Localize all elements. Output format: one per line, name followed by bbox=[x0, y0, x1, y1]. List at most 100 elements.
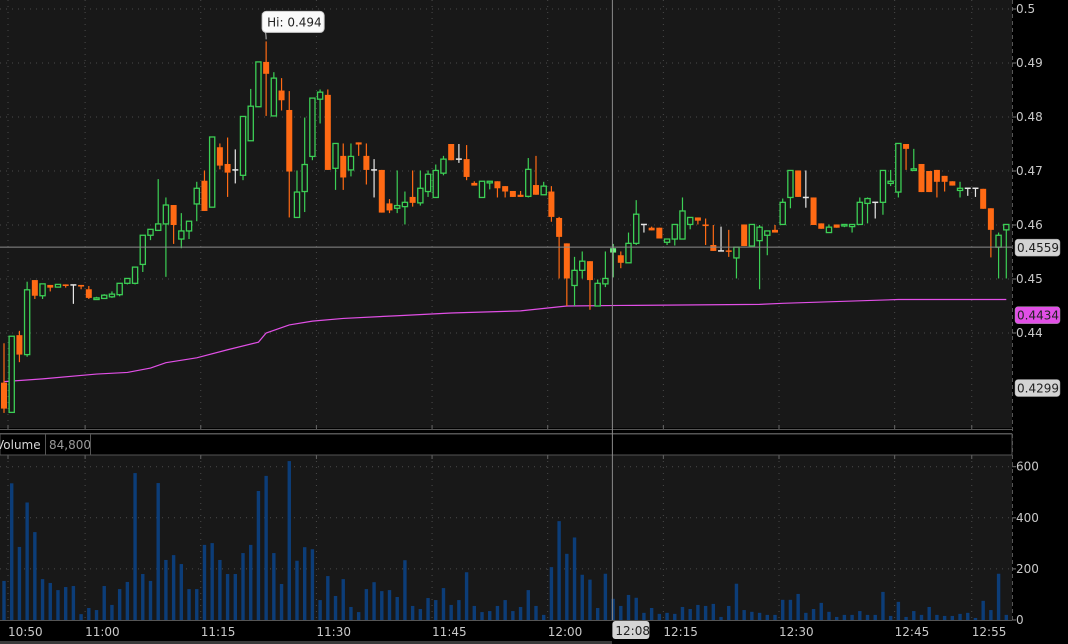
candle-body bbox=[100, 294, 108, 300]
candle-body bbox=[340, 155, 347, 178]
candle-body bbox=[586, 261, 593, 281]
candle-body bbox=[178, 230, 185, 240]
candle-body bbox=[116, 282, 123, 296]
candle-body bbox=[8, 335, 15, 414]
price-tick-label: 0.47 bbox=[1016, 164, 1043, 178]
price-tags: 0.4559 0.4434 0.4299 bbox=[1014, 238, 1061, 397]
candle-body bbox=[386, 203, 393, 211]
volume-bar bbox=[488, 611, 492, 620]
volume-bar bbox=[696, 604, 700, 620]
volume-bar bbox=[449, 604, 453, 620]
candle bbox=[818, 223, 825, 229]
price-tick-label: 0.5 bbox=[1016, 2, 1035, 16]
candle-body bbox=[247, 105, 254, 142]
price-tag-crosshair: 0.4559 bbox=[1014, 238, 1061, 257]
candle-body bbox=[286, 109, 293, 172]
candle-body bbox=[864, 197, 871, 205]
candle-body bbox=[47, 284, 54, 288]
candle-body bbox=[879, 169, 887, 203]
candle-body bbox=[54, 283, 62, 288]
candle-body bbox=[378, 169, 385, 213]
volume-bar bbox=[218, 559, 222, 620]
candle-body bbox=[1003, 223, 1010, 231]
volume-bar bbox=[873, 614, 877, 620]
candle-body bbox=[818, 223, 825, 229]
candle-body bbox=[224, 163, 231, 173]
candle bbox=[23, 281, 31, 357]
volume-bar bbox=[2, 580, 6, 620]
volume-bar bbox=[842, 614, 847, 620]
candle-body bbox=[162, 204, 170, 225]
volume-bar bbox=[827, 611, 831, 620]
candle-body bbox=[124, 277, 131, 284]
volume-bar bbox=[703, 605, 708, 620]
volume-bar bbox=[387, 590, 392, 620]
volume-bar bbox=[256, 490, 261, 620]
candle bbox=[239, 115, 247, 181]
volume-tick-label: 600 bbox=[1016, 460, 1039, 474]
volume-bar bbox=[426, 598, 430, 620]
candle-body bbox=[833, 224, 840, 228]
time-tick-label: 12:00 bbox=[548, 625, 583, 639]
candle bbox=[8, 335, 15, 414]
volume-bar bbox=[950, 615, 955, 620]
volume-bar bbox=[996, 573, 1001, 620]
candle-body bbox=[309, 97, 316, 158]
candle-body bbox=[432, 169, 440, 199]
candle-body bbox=[941, 175, 948, 182]
candle-body bbox=[710, 244, 717, 251]
candle-body bbox=[154, 223, 162, 232]
volume-bar bbox=[279, 583, 284, 620]
candle-body bbox=[632, 213, 640, 245]
volume-bar bbox=[179, 564, 184, 620]
volume-bar bbox=[626, 594, 631, 620]
candle-body bbox=[332, 142, 339, 169]
volume-bar bbox=[356, 612, 361, 620]
volume-bar bbox=[133, 473, 137, 620]
candle-body bbox=[301, 163, 308, 193]
candle-body bbox=[463, 159, 470, 177]
time-tick-label: 12:55 bbox=[972, 625, 1007, 639]
volume-bar bbox=[711, 603, 716, 620]
volume-bar bbox=[326, 576, 330, 620]
volume-bar bbox=[472, 605, 477, 620]
volume-bar bbox=[503, 600, 507, 620]
volume-bar bbox=[110, 604, 114, 620]
volume-header-label: Volume bbox=[0, 438, 41, 452]
volume-bar bbox=[117, 589, 122, 620]
crosshair-time-text: 12:08 bbox=[615, 624, 650, 638]
candle-body bbox=[108, 293, 116, 298]
volume-bar bbox=[25, 502, 29, 620]
time-tick-label: 12:15 bbox=[663, 625, 698, 639]
volume-bar bbox=[773, 614, 777, 620]
volume-bar bbox=[942, 615, 947, 620]
candle-body bbox=[147, 228, 154, 236]
candle-body bbox=[980, 188, 987, 209]
time-tick-label: 11:00 bbox=[85, 625, 120, 639]
volume-bar bbox=[565, 553, 569, 620]
volume-bar bbox=[349, 606, 353, 620]
candle-body bbox=[401, 201, 409, 208]
candle-body bbox=[486, 180, 493, 184]
candle-body bbox=[949, 181, 956, 186]
candle bbox=[478, 180, 486, 199]
price-chart[interactable]: Volume 84,800 12:08 0.5 0.49 0.48 0.47 0.46 0… bbox=[0, 0, 1068, 644]
candle bbox=[54, 283, 62, 288]
candle-body bbox=[895, 142, 902, 193]
candle bbox=[810, 197, 817, 225]
volume-bar bbox=[580, 574, 584, 620]
volume-bar bbox=[457, 600, 461, 620]
candle-body bbox=[201, 180, 208, 211]
candle-body bbox=[702, 224, 709, 227]
volume-bar bbox=[804, 612, 808, 620]
candle-body bbox=[316, 91, 324, 100]
candle-body bbox=[23, 289, 31, 356]
price-tag-text: 0.4434 bbox=[1017, 309, 1059, 323]
volume-bar bbox=[94, 610, 99, 620]
volume-bar bbox=[364, 589, 369, 620]
candle-body bbox=[856, 201, 864, 226]
volume-bar bbox=[464, 572, 469, 620]
candle-body bbox=[563, 243, 570, 279]
volume-bar bbox=[56, 590, 60, 620]
candle-body bbox=[478, 180, 486, 199]
